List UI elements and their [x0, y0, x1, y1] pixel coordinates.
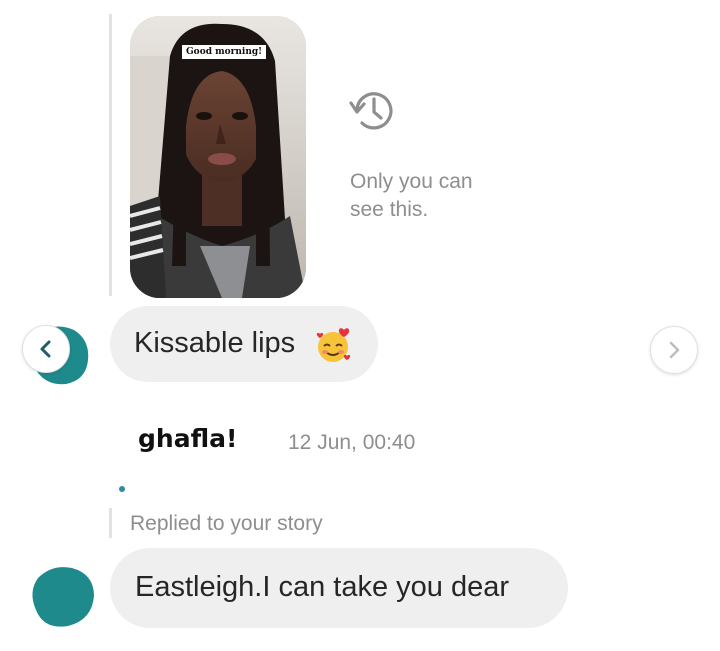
message-timestamp: 12 Jun, 00:40 [288, 431, 416, 454]
chevron-left-icon [40, 340, 51, 358]
chevron-right-icon [669, 341, 680, 359]
sender-avatar-2[interactable] [28, 560, 98, 630]
only-you-can-see-note: Only you can see this. [350, 170, 473, 221]
replied-to-story-label: Replied to your story [130, 512, 323, 535]
reply-rule [109, 508, 112, 538]
message-text-2: Eastleigh.I can take you dear [135, 571, 510, 603]
story-reply-rule [109, 14, 112, 296]
story-thumbnail[interactable]: Good morning! [130, 16, 306, 298]
history-icon [349, 92, 393, 130]
previous-button[interactable] [22, 325, 70, 373]
smiling-face-with-hearts-icon [316, 328, 351, 362]
unread-dot [119, 486, 125, 492]
watermark-logo: ghafla! [138, 424, 238, 453]
next-button[interactable] [650, 326, 698, 374]
message-text: Kissable lips [134, 327, 296, 359]
story-sticker: Good morning! [182, 45, 267, 59]
message-bubble-2[interactable]: Eastleigh.I can take you dear [110, 548, 568, 628]
